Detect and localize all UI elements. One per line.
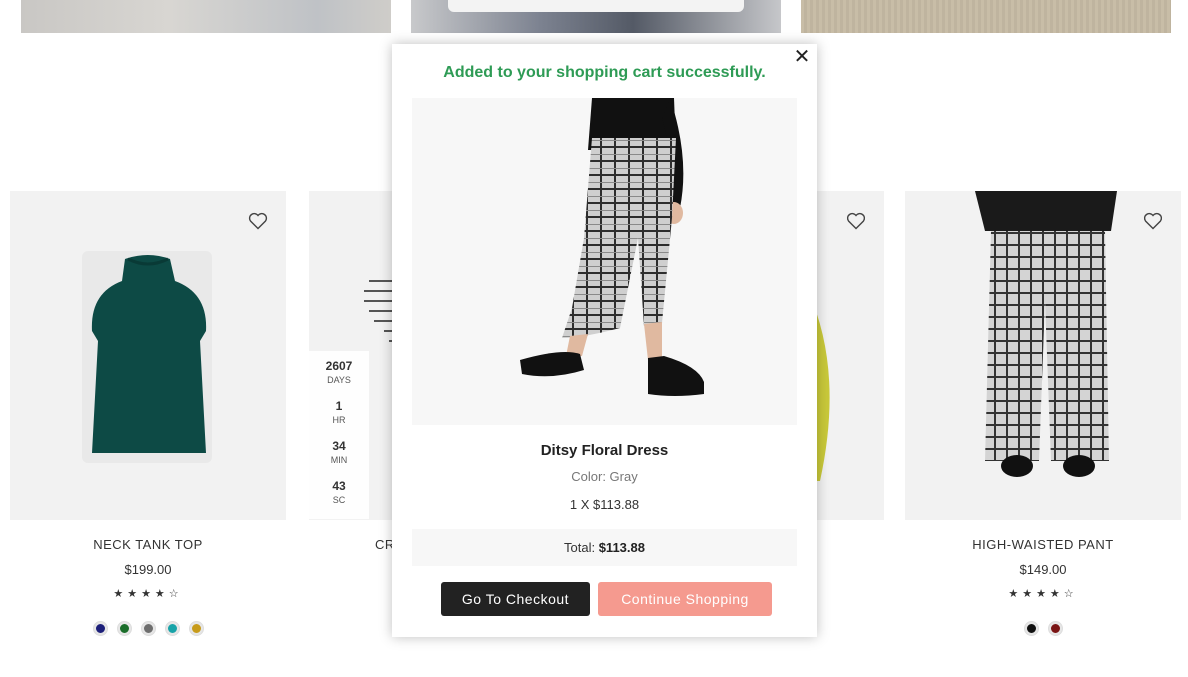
product-price: $149.00 [1019, 562, 1067, 577]
swatch-black[interactable] [1024, 622, 1038, 635]
color-swatches [905, 622, 1181, 635]
sale-countdown: 2607 DAYS 1 HR 34 MIN 43 SC [309, 351, 369, 519]
rating-stars: ★★★★☆ [1008, 588, 1078, 600]
color-swatches [10, 622, 286, 635]
countdown-hours: 1 HR [332, 399, 346, 425]
product-name[interactable]: Ditsy Floral Dress [392, 442, 817, 459]
plaid-pant-illustration [905, 191, 1181, 520]
product-color: Color: Gray [571, 469, 638, 484]
banner-overlay [448, 0, 744, 12]
product-photo [412, 98, 797, 425]
swatch-gray[interactable] [141, 622, 155, 635]
swatch-mustard[interactable] [189, 622, 203, 635]
cart-total: Total: $113.88 [412, 529, 797, 566]
banner-image-3[interactable] [801, 0, 1171, 33]
banner-image-1[interactable] [21, 0, 391, 33]
heart-icon[interactable] [1143, 212, 1163, 230]
add-to-cart-modal: ✕ Added to your shopping cart successful… [392, 44, 817, 637]
heart-icon[interactable] [248, 212, 268, 230]
product-quantity-price: 1 X $113.88 [569, 497, 640, 512]
product-card[interactable]: HIGH-WAISTED PANT $149.00 ★★★★☆ [905, 191, 1181, 635]
heart-icon[interactable] [846, 212, 866, 230]
product-name[interactable]: NECK TANK TOP [10, 537, 286, 552]
tank-top-illustration [10, 191, 286, 520]
swatch-green[interactable] [117, 622, 131, 635]
product-price: $199.00 [124, 562, 172, 577]
rating-stars: ★★★★☆ [113, 588, 183, 600]
swatch-navy[interactable] [93, 622, 107, 635]
product-card[interactable]: NECK TANK TOP $199.00 ★★★★☆ [10, 191, 286, 635]
product-image[interactable] [10, 191, 286, 520]
countdown-days: 2607 DAYS [325, 359, 353, 385]
success-message: Added to your shopping cart successfully… [443, 64, 766, 81]
swatch-red[interactable] [1048, 622, 1062, 635]
product-image[interactable] [905, 191, 1181, 520]
go-to-checkout-button[interactable]: Go To Checkout [441, 582, 590, 616]
total-label: Total: [564, 540, 599, 555]
total-value: $113.88 [598, 540, 645, 555]
countdown-minutes: 34 MIN [330, 439, 348, 465]
model-plaid-pants-illustration [412, 98, 797, 425]
banner-image-2[interactable] [411, 0, 781, 33]
continue-shopping-button[interactable]: Continue Shopping [598, 582, 772, 616]
product-name[interactable]: HIGH-WAISTED PANT [905, 537, 1181, 552]
countdown-seconds: 43 SC [332, 479, 346, 505]
swatch-teal[interactable] [165, 622, 179, 635]
